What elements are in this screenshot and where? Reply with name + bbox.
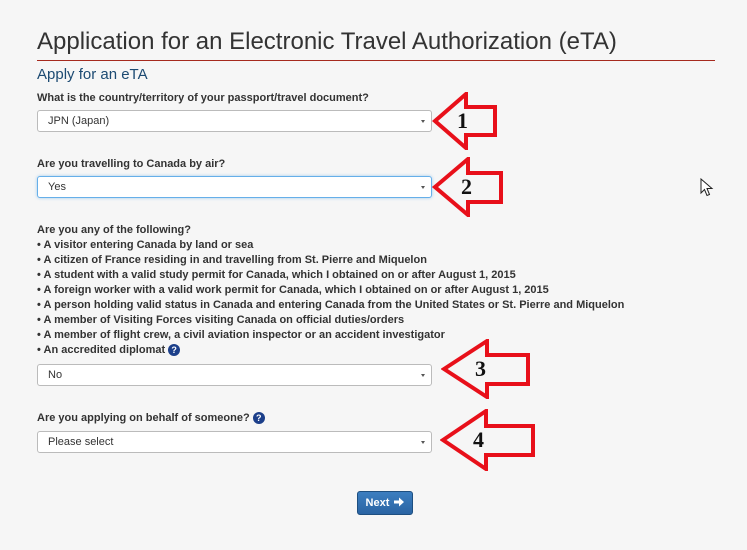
travel-by-air-label: Are you travelling to Canada by air? <box>37 158 226 170</box>
on-behalf-label: Are you applying on behalf of someone?? <box>37 412 265 425</box>
help-icon[interactable]: ? <box>168 344 181 357</box>
page-subtitle: Apply for an eTA <box>37 66 148 83</box>
list-item: • A visitor entering Canada by land or s… <box>37 239 254 251</box>
on-behalf-label-text: Are you applying on behalf of someone? <box>37 412 250 424</box>
list-item: • A citizen of France residing in and tr… <box>37 254 427 266</box>
title-divider <box>37 60 715 61</box>
exemption-select[interactable]: No <box>37 364 432 386</box>
list-item: • A person holding valid status in Canad… <box>37 299 625 311</box>
mouse-cursor-icon <box>700 177 714 203</box>
left-arrow-icon <box>441 339 530 399</box>
travel-by-air-value: Yes <box>48 181 66 193</box>
next-button-label: Next <box>365 497 390 509</box>
annotation-number: 3 <box>475 356 486 381</box>
travel-by-air-select[interactable]: Yes <box>37 176 432 198</box>
exemption-question: Are you any of the following? • A visito… <box>37 223 624 358</box>
dropdown-caret-icon <box>421 374 425 377</box>
next-button[interactable]: Next <box>357 491 413 515</box>
exemption-value: No <box>48 369 63 381</box>
list-item-diplomat: • An accredited diplomat? <box>37 343 624 358</box>
list-item-text: • An accredited diplomat <box>37 344 166 356</box>
list-item: • A student with a valid study permit fo… <box>37 269 516 281</box>
annotation-number: 4 <box>473 427 484 452</box>
list-item: • A foreign worker with a valid work per… <box>37 284 549 296</box>
page-title: Application for an Electronic Travel Aut… <box>37 28 617 55</box>
annotation-arrow-2: 2 <box>432 157 504 217</box>
list-item: • A member of Visiting Forces visiting C… <box>37 314 405 326</box>
dropdown-caret-icon <box>421 120 425 123</box>
annotation-number: 1 <box>457 108 468 133</box>
on-behalf-value: Please select <box>48 436 114 448</box>
on-behalf-select[interactable]: Please select <box>37 431 432 453</box>
passport-country-value: JPN (Japan) <box>48 115 110 127</box>
annotation-number: 2 <box>461 174 472 199</box>
dropdown-caret-icon <box>421 441 425 444</box>
annotation-arrow-1: 1 <box>432 92 498 150</box>
left-arrow-icon <box>440 409 535 471</box>
list-item: • A member of flight crew, a civil aviat… <box>37 329 445 341</box>
arrow-right-icon <box>394 497 405 507</box>
dropdown-caret-icon <box>421 186 425 189</box>
passport-country-select[interactable]: JPN (Japan) <box>37 110 432 132</box>
annotation-arrow-3: 3 <box>441 339 531 399</box>
help-icon[interactable]: ? <box>252 412 265 425</box>
annotation-arrow-4: 4 <box>440 409 536 471</box>
exemption-question-label: Are you any of the following? <box>37 224 191 236</box>
passport-country-label: What is the country/territory of your pa… <box>37 92 369 104</box>
